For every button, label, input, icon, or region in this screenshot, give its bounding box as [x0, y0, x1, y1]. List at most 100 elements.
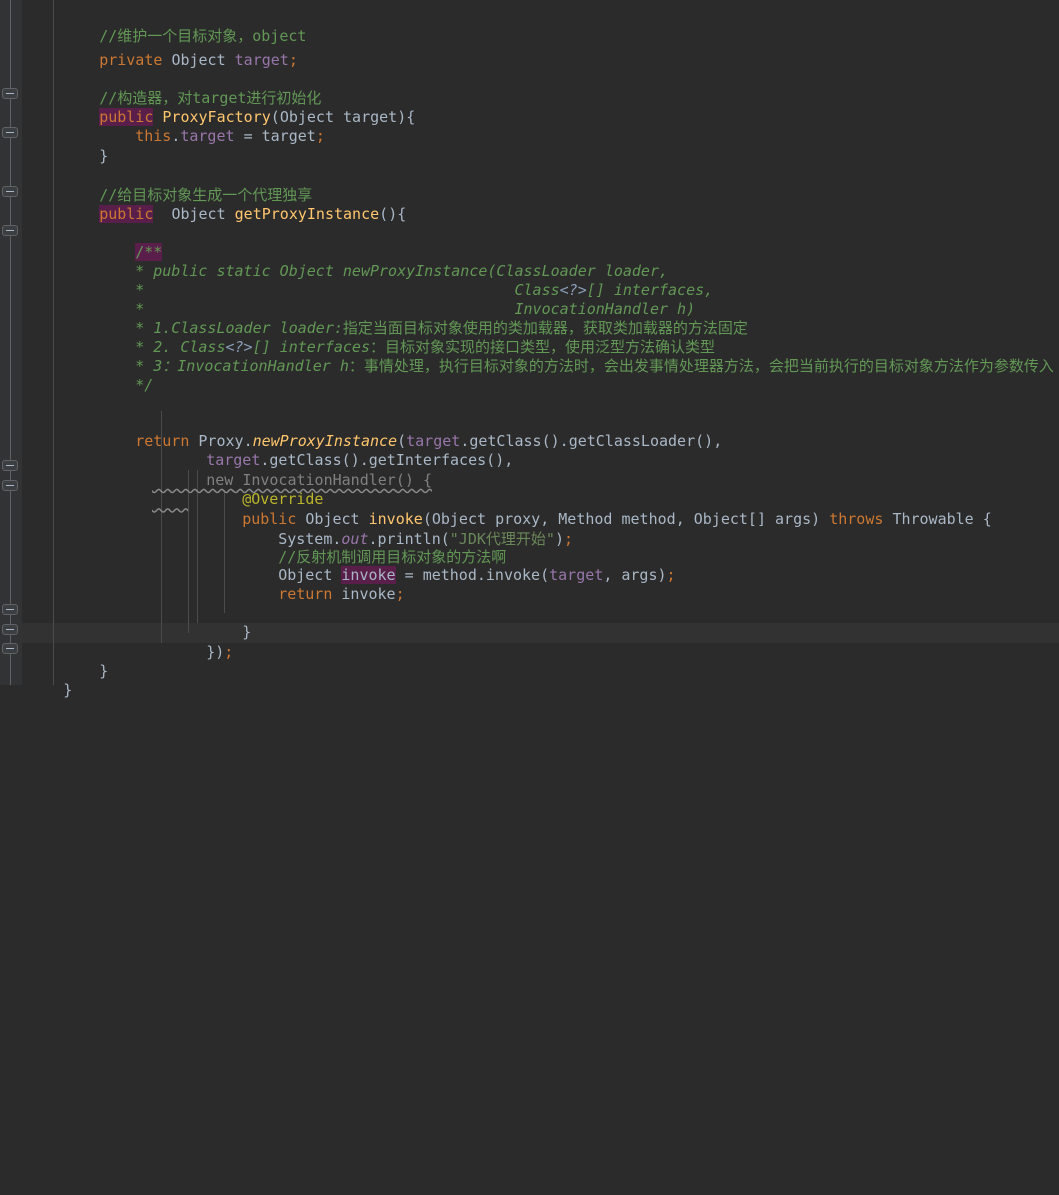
fold-gutter[interactable] — [0, 0, 22, 685]
paren-close: ) — [550, 431, 560, 450]
code-line-with-warning[interactable]: new InvocationHandler() { — [0, 451, 432, 489]
paren-close: ) — [495, 451, 505, 470]
code-line[interactable]: return invoke; — [0, 565, 404, 603]
paren-close: ) — [704, 431, 714, 450]
code-line[interactable]: * InvocationHandler h) — [0, 280, 695, 318]
code-line[interactable]: * public static Object newProxyInstance(… — [0, 243, 668, 280]
paren-close: ) — [554, 529, 564, 548]
semicolon-token: ; — [395, 584, 405, 603]
keyword-token: throws — [829, 509, 884, 528]
paren-close: ) — [811, 509, 821, 528]
comma-token: , — [713, 431, 723, 450]
paren-close: ) — [215, 642, 225, 661]
fold-marker-javadoc[interactable] — [2, 225, 18, 236]
paren-open: ( — [486, 451, 496, 470]
code-line[interactable]: private Object target; — [0, 31, 298, 69]
paren-close: ) — [657, 565, 667, 584]
code-line[interactable]: * 2. Class<?>[] interfaces：目标对象实现的接口类型，使… — [0, 318, 715, 356]
paren-open: ( — [695, 431, 705, 450]
fold-marker-invoke-end[interactable] — [2, 604, 18, 615]
assign-token: = — [243, 127, 253, 146]
brace-open: { — [397, 205, 407, 224]
field-token: target — [234, 50, 289, 69]
semicolon-token: ; — [315, 127, 325, 146]
paren-close: ) — [397, 107, 407, 126]
dot-token: . — [171, 127, 181, 146]
method-call-token: invoke — [485, 565, 541, 584]
keyword-token: this — [135, 127, 172, 146]
fold-marker-method[interactable] — [2, 186, 18, 197]
brace-close: } — [206, 642, 216, 661]
semicolon-token: ; — [224, 642, 234, 661]
javadoc-close-token: */ — [135, 375, 154, 394]
method-name-token: getProxyInstance — [234, 205, 380, 224]
paren-close: ) — [404, 470, 414, 489]
brace-close: } — [242, 623, 252, 642]
fold-marker-constructor-end[interactable] — [2, 127, 18, 138]
keyword-token: return — [278, 584, 333, 603]
code-line[interactable]: @Override — [0, 471, 323, 508]
code-line[interactable]: */ — [0, 356, 153, 394]
type-token: Object — [171, 205, 226, 224]
assign-token: = — [404, 565, 414, 584]
semicolon-token: ; — [563, 529, 573, 548]
param-token: method — [621, 509, 676, 528]
keyword-token: private — [99, 50, 163, 69]
code-line[interactable]: }); — [0, 623, 233, 661]
comma-token: , — [504, 451, 514, 470]
param-token: method — [422, 565, 477, 584]
code-line[interactable]: } — [0, 604, 251, 641]
brace-close: } — [63, 681, 73, 700]
code-line[interactable]: /** — [0, 224, 163, 262]
paren-open: ( — [395, 470, 405, 489]
method-call-token: getClassLoader — [568, 431, 696, 450]
brace-open: { — [406, 107, 416, 126]
paren-open: ( — [540, 565, 550, 584]
param-token: target — [261, 127, 316, 146]
brace-close: } — [99, 662, 109, 681]
code-line[interactable]: this.target = target; — [0, 108, 325, 145]
code-line[interactable]: public ProxyFactory(Object target){ — [0, 88, 415, 126]
paren-open: ( — [379, 205, 389, 224]
code-line[interactable]: Object invoke = method.invoke(target, ar… — [0, 546, 676, 584]
javadoc-item-3-text: ：事情处理，执行目标对象的方法时，会出发事情处理器方法，会把当前执行的目标对象方… — [348, 356, 1054, 375]
keyword-token-highlighted: public — [99, 205, 154, 224]
field-token: target — [549, 565, 604, 584]
semicolon-token: ; — [666, 565, 676, 584]
brace-open: { — [422, 470, 432, 489]
dot-token: . — [559, 431, 569, 450]
fold-marker-anonymous-class[interactable] — [2, 460, 18, 471]
type-token: Throwable — [892, 509, 974, 528]
code-line[interactable]: * Class<?>[] interfaces, — [0, 261, 713, 299]
code-line[interactable]: return Proxy.newProxyInstance(target.get… — [0, 412, 722, 450]
code-line[interactable]: public Object getProxyInstance(){ — [0, 186, 406, 224]
param-token: args — [621, 565, 658, 584]
type-token: Object — [171, 50, 226, 69]
code-line[interactable]: target.getClass().getInterfaces(), — [0, 432, 513, 469]
param-token: target — [343, 107, 398, 126]
code-line[interactable]: * 1.ClassLoader loader:指定当面目标对象使用的类加载器，获… — [0, 299, 748, 337]
paren-open: ( — [541, 431, 551, 450]
fold-marker-anon-end[interactable] — [2, 624, 18, 635]
code-editor[interactable]: //维护一个目标对象，object private Object target;… — [0, 0, 1059, 699]
param-token: args — [775, 509, 812, 528]
brace-open: { — [982, 509, 992, 528]
paren-close: ) — [388, 205, 398, 224]
code-line[interactable]: System.out.println("JDK代理开始"); — [0, 510, 573, 548]
fold-marker-method-end[interactable] — [2, 643, 18, 654]
code-line[interactable]: //给目标对象生成一个代理独享 — [0, 167, 312, 204]
code-line[interactable]: public Object invoke(Object proxy, Metho… — [0, 490, 992, 528]
fold-marker-constructor[interactable] — [2, 88, 18, 99]
fold-marker-invoke-method[interactable] — [2, 480, 18, 491]
code-line[interactable]: * 3：InvocationHandler h：事情处理，执行目标对象的方法时，… — [0, 337, 1054, 375]
variable-token: invoke — [341, 584, 396, 603]
code-line[interactable]: //构造器，对target进行初始化 — [0, 69, 321, 107]
type-array-token: Object[] — [693, 509, 766, 528]
code-text-layer[interactable]: //维护一个目标对象，object private Object target;… — [0, 0, 1059, 699]
code-line[interactable]: //维护一个目标对象，object — [0, 7, 306, 45]
fold-rail — [10, 0, 11, 685]
field-token: target — [180, 127, 235, 146]
brace-close: } — [99, 146, 109, 165]
dot-token: . — [476, 565, 486, 584]
comma-token: , — [603, 565, 613, 584]
